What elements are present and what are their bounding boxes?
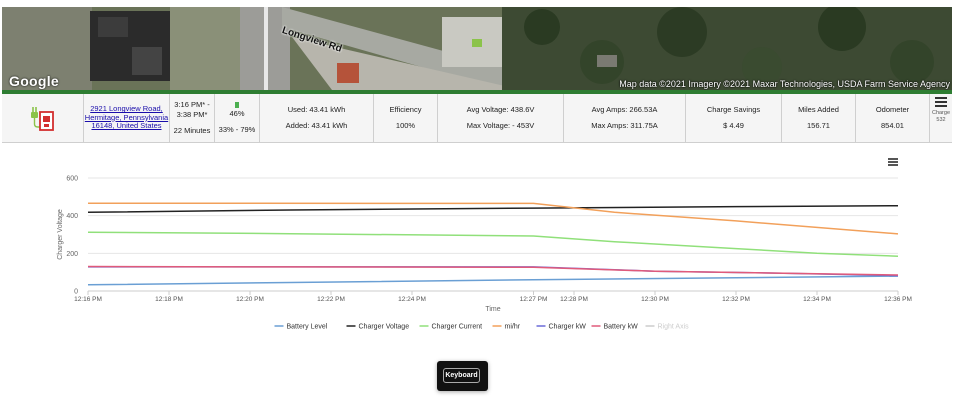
odometer-label: Odometer: [875, 105, 910, 115]
energy-used: Used: 43.41 kWh: [287, 105, 346, 115]
efficiency-value: 100%: [395, 121, 416, 130]
google-logo: Google: [9, 73, 60, 89]
x-tick-label: 12:16 PM: [74, 296, 102, 303]
series-line-charger-current[interactable]: [87, 231, 899, 257]
max-amps: Max Amps: 311.75A: [591, 121, 658, 130]
legend-label: Charger Voltage: [359, 324, 410, 331]
legend-label: Battery kW: [604, 324, 639, 331]
duration: 22 Minutes: [173, 125, 211, 135]
charging-chart: 0 200 400 600 12:16 PM 12:18 PM 12:20 PM 12:22…: [57, 176, 912, 331]
y-tick-label: 0: [74, 289, 78, 296]
legend-item-battery-level[interactable]: Battery Level: [274, 324, 328, 331]
energy-cell: Used: 43.41 kWh Added: 43.41 kWh: [260, 94, 374, 142]
efficiency-cell: Efficiency 100%: [374, 94, 438, 142]
charge-id: 532: [936, 116, 946, 123]
y-tick-label: 600: [66, 176, 78, 183]
energy-added: Added: 43.41 kWh: [285, 121, 348, 130]
x-tick-label: 12:32 PM: [722, 296, 750, 303]
x-tick-label: 12:24 PM: [398, 296, 426, 303]
battery-percent: 46%: [229, 108, 245, 118]
legend-item-charger-voltage[interactable]: Charger Voltage: [346, 324, 410, 331]
hamburger-icon[interactable]: [935, 97, 947, 107]
battery-cell: 46% 33% - 79%: [215, 94, 260, 142]
legend-label: Charger Current: [432, 324, 483, 331]
savings-label: Charge Savings: [706, 105, 761, 115]
location-cell: 2921 Longview Road, Hermitage, Pennsylva…: [84, 94, 170, 142]
charge-summary-row: 2921 Longview Road, Hermitage, Pennsylva…: [2, 94, 952, 143]
battery-range: 33% - 79%: [218, 124, 256, 134]
legend-label: mi/hr: [505, 324, 521, 331]
x-axis-label: Time: [485, 306, 500, 313]
legend-label: Charger kW: [549, 324, 587, 331]
time-cell: 3:16 PM* - 3:38 PM* 22 Minutes: [170, 94, 215, 142]
y-tick-label: 400: [66, 213, 78, 220]
avg-amps: Avg Amps: 266.53A: [591, 105, 658, 115]
charge-menu-cell[interactable]: Charge 532: [930, 94, 952, 142]
charger-icon-cell: [2, 94, 84, 142]
x-tick-label: 12:34 PM: [803, 296, 831, 303]
chart-legend: Battery Level Charger Voltage Charger Curr…: [274, 324, 690, 331]
miles-value: 156.71: [807, 121, 830, 130]
odometer-cell: Odometer 854.01: [856, 94, 930, 142]
x-tick-label: 12:30 PM: [641, 296, 669, 303]
x-tick-label: 12:36 PM: [884, 296, 912, 303]
keyboard-popup: Keyboard: [437, 361, 488, 391]
x-tick-label: 12:22 PM: [317, 296, 345, 303]
miles-cell: Miles Added 156.71: [782, 94, 856, 142]
amps-cell: Avg Amps: 266.53A Max Amps: 311.75A: [564, 94, 686, 142]
series-line-battery-kw[interactable]: [87, 265, 899, 276]
voltage-cell: Avg Voltage: 438.6V Max Voltage: - 453V: [438, 94, 564, 142]
time-start: 3:16 PM* -: [174, 100, 210, 110]
charge-label: Charge: [931, 110, 951, 116]
keyboard-button[interactable]: Keyboard: [443, 368, 480, 383]
avg-voltage: Avg Voltage: 438.6V: [466, 105, 535, 115]
x-axis-ticks: 12:16 PM 12:18 PM 12:20 PM 12:22 PM 12:24 PM…: [74, 291, 912, 303]
x-tick-label: 12:28 PM: [560, 296, 588, 303]
savings-cell: Charge Savings $ 4.49: [686, 94, 782, 142]
charger-icon: [30, 107, 54, 131]
time-end: 3:38 PM*: [176, 110, 208, 120]
x-tick-label: 12:27 PM: [520, 296, 548, 303]
savings-value: $ 4.49: [723, 121, 744, 130]
miles-label: Miles Added: [798, 105, 839, 115]
y-axis-label: Charger Voltage: [57, 209, 64, 260]
x-tick-label: 12:18 PM: [155, 296, 183, 303]
legend-item-battery-kw[interactable]: Battery kW: [591, 324, 639, 331]
chart-grid: [88, 177, 898, 292]
series-line-battery-level[interactable]: [87, 275, 899, 286]
series-line-charger-kw[interactable]: [88, 266, 899, 277]
series-line-charger-voltage[interactable]: [87, 204, 899, 214]
legend-label: Battery Level: [287, 324, 328, 331]
x-tick-label: 12:20 PM: [236, 296, 264, 303]
efficiency-label: Efficiency: [389, 105, 422, 115]
odometer-value: 854.01: [881, 121, 904, 130]
legend-item-mi-hr[interactable]: mi/hr: [492, 324, 521, 331]
legend-item-right-axis[interactable]: Right Axis: [645, 324, 690, 331]
map-imagery: [2, 7, 952, 90]
address-link[interactable]: 2921 Longview Road, Hermitage, Pennsylva…: [85, 104, 168, 131]
battery-icon: [235, 101, 239, 108]
y-axis-ticks: 0 200 400 600: [66, 176, 78, 296]
satellite-map[interactable]: Longview Rd Google Map data ©2021 Imager…: [2, 7, 952, 90]
legend-label: Right Axis: [658, 324, 690, 331]
max-voltage: Max Voltage: - 453V: [466, 121, 535, 130]
legend-item-charger-current[interactable]: Charger Current: [419, 324, 483, 331]
map-attribution[interactable]: Map data ©2021 Imagery ©2021 Maxar Techn…: [619, 79, 950, 89]
legend-item-charger-kw[interactable]: Charger kW: [536, 324, 587, 331]
y-tick-label: 200: [66, 251, 78, 258]
